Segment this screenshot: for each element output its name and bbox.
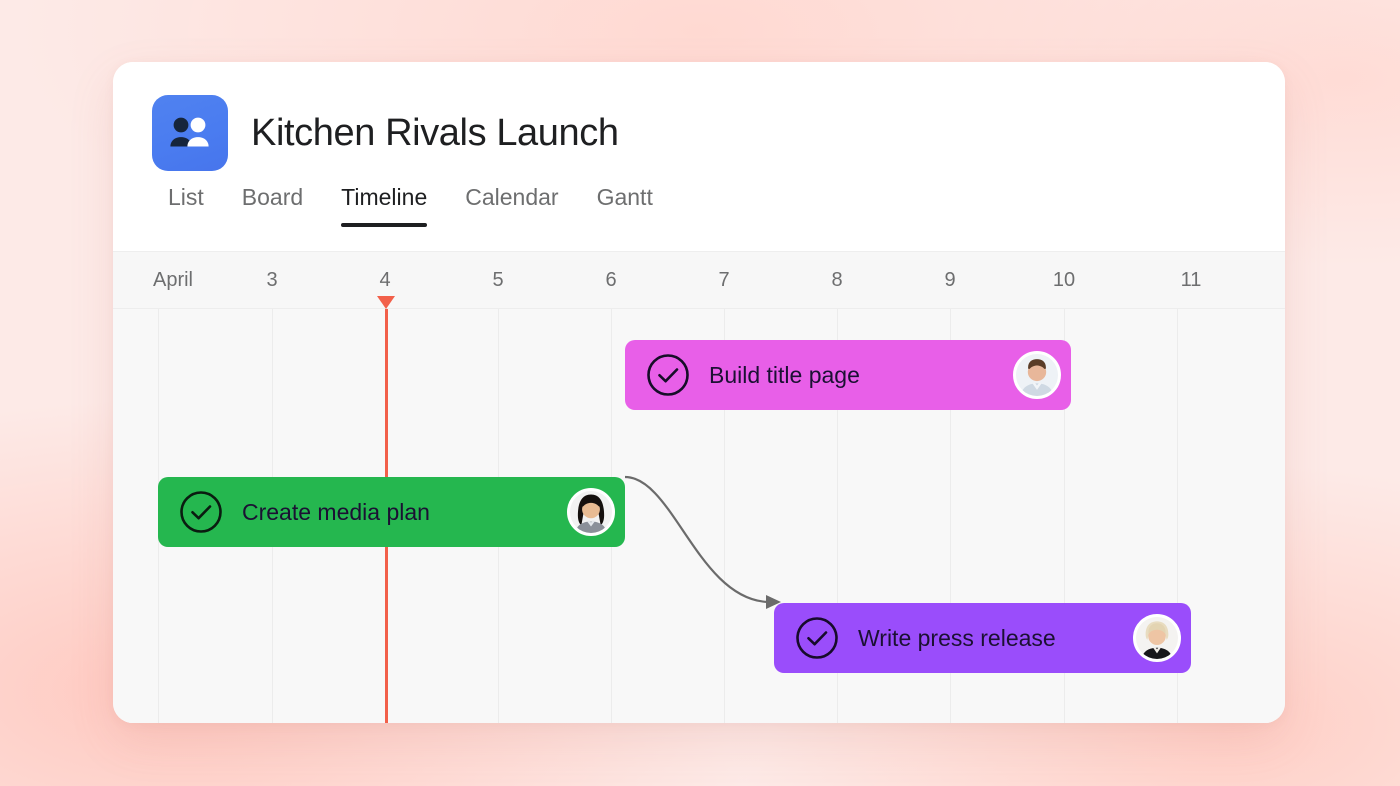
day-label-9: 9 <box>944 269 956 291</box>
title-row: Kitchen Rivals Launch <box>152 95 619 171</box>
day-label-4: 4 <box>379 269 391 291</box>
task-bar-create-media-plan[interactable]: Create media plan <box>158 477 625 547</box>
timeline-grid[interactable]: Build title page Create media plan Write… <box>113 309 1285 723</box>
today-marker-arrow-icon <box>377 296 395 309</box>
check-circle-icon <box>796 617 838 659</box>
day-label-5: 5 <box>492 269 504 291</box>
day-label-8: 8 <box>831 269 843 291</box>
day-label-11: 11 <box>1180 269 1202 291</box>
task-label: Build title page <box>709 361 860 388</box>
avatar-woman-blonde-hair[interactable] <box>1133 614 1181 662</box>
task-label: Create media plan <box>242 498 430 525</box>
tab-calendar[interactable]: Calendar <box>446 184 577 227</box>
timeline-date-header: April 3 4 5 6 7 8 9 10 11 <box>113 251 1285 309</box>
check-circle-icon <box>647 354 689 396</box>
people-icon <box>152 95 228 171</box>
card-header: Kitchen Rivals Launch List Board Timelin… <box>113 62 1285 251</box>
day-label-7: 7 <box>718 269 730 291</box>
project-card: Kitchen Rivals Launch List Board Timelin… <box>113 62 1285 723</box>
avatar-woman-dark-hair[interactable] <box>567 488 615 536</box>
page-title: Kitchen Rivals Launch <box>251 111 619 154</box>
tab-gantt[interactable]: Gantt <box>578 184 672 227</box>
tab-list[interactable]: List <box>149 184 223 227</box>
tab-board[interactable]: Board <box>223 184 322 227</box>
avatar-man-brown-hair[interactable] <box>1013 351 1061 399</box>
task-label: Write press release <box>858 624 1056 651</box>
day-label-april: April <box>152 269 194 291</box>
task-bar-write-press-release[interactable]: Write press release <box>774 603 1191 673</box>
task-bar-build-title-page[interactable]: Build title page <box>625 340 1071 410</box>
day-label-10: 10 <box>1052 269 1076 291</box>
day-label-3: 3 <box>266 269 278 291</box>
check-circle-icon <box>180 491 222 533</box>
view-tabs: List Board Timeline Calendar Gantt <box>149 184 672 227</box>
day-label-6: 6 <box>605 269 617 291</box>
tab-timeline[interactable]: Timeline <box>322 184 446 227</box>
